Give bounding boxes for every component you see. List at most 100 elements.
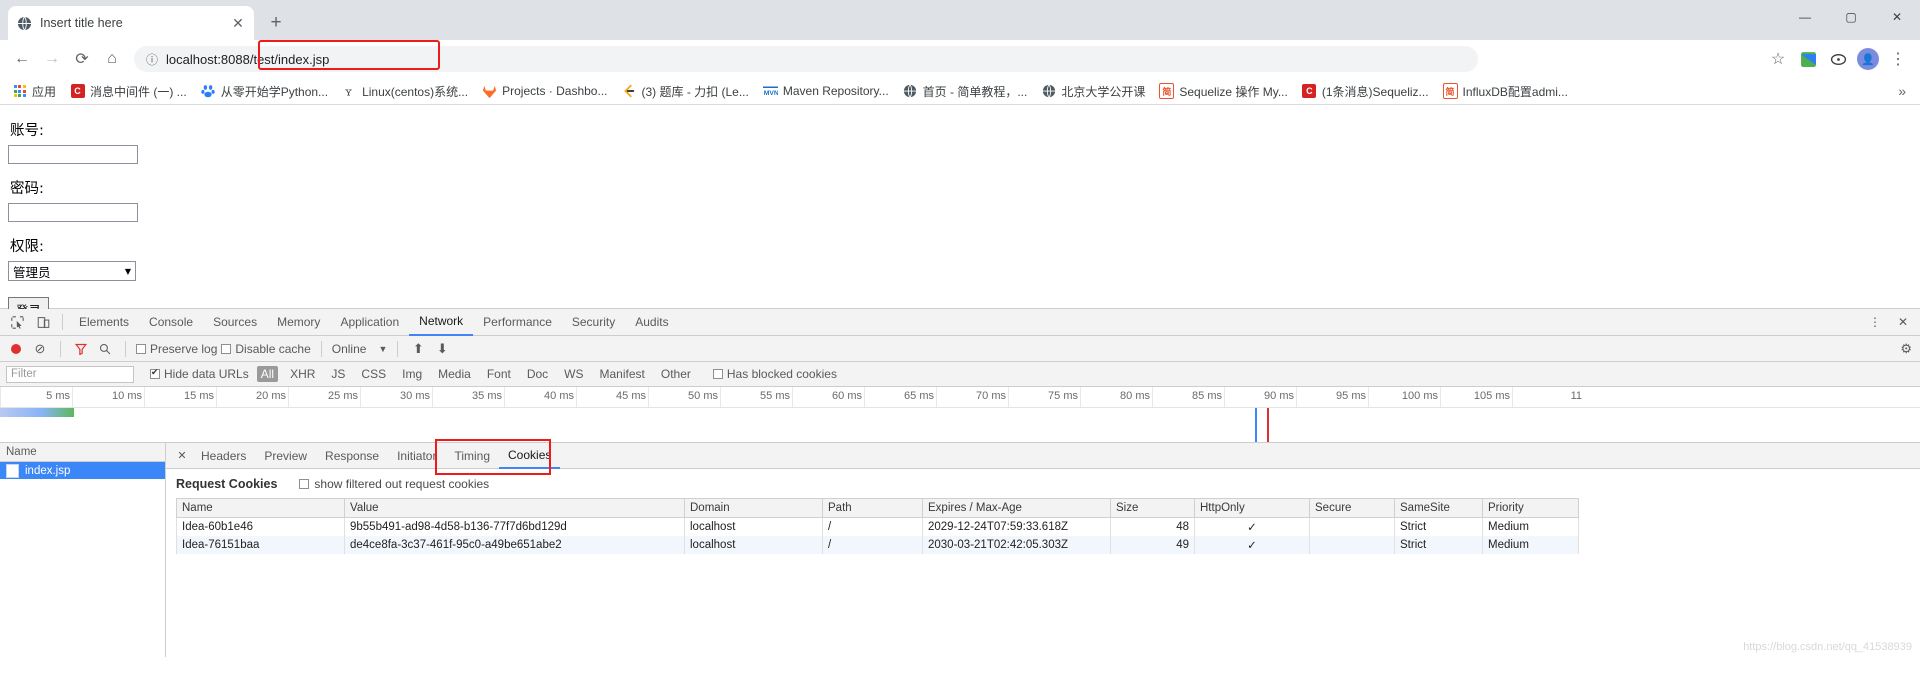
has-blocked-cookies-checkbox[interactable]: Has blocked cookies [712,367,837,381]
bookmarks-overflow-icon[interactable]: » [1890,83,1914,99]
filter-type-xhr[interactable]: XHR [286,366,319,382]
cell-secure [1309,536,1395,554]
detail-tab-response[interactable]: Response [316,444,388,468]
filter-type-media[interactable]: Media [434,366,475,382]
filter-type-css[interactable]: CSS [357,366,390,382]
gear-icon[interactable]: ⚙ [1900,341,1912,357]
requests-column-header[interactable]: Name [0,443,165,462]
devtools-tab-elements[interactable]: Elements [69,310,139,335]
devtools-panel: Elements Console Sources Memory Applicat… [0,308,1920,657]
bookmark-item[interactable]: 从零开始学Python... [195,81,334,102]
device-toolbar-icon[interactable] [30,310,56,334]
extension-icon-2[interactable] [1824,45,1852,73]
permission-select[interactable]: 管理员 ▼ [8,261,136,281]
throttle-select[interactable]: Online ▼ [332,342,388,356]
new-tab-button[interactable]: + [262,9,290,37]
export-har-icon[interactable]: ⬇ [432,339,452,359]
show-filtered-cookies-checkbox[interactable]: show filtered out request cookies [299,477,489,491]
reload-icon[interactable]: ⟳ [68,45,96,73]
account-input[interactable] [8,145,138,164]
browser-tab[interactable]: Insert title here ✕ [8,6,254,40]
devtools-more-icon[interactable]: ⋮ [1862,310,1888,334]
detail-tab-timing[interactable]: Timing [445,444,499,468]
permission-label: 权限: [10,239,44,255]
devtools-tab-performance[interactable]: Performance [473,310,562,335]
col-path[interactable]: Path [822,498,923,518]
import-har-icon[interactable]: ⬆ [408,339,428,359]
devtools-close-icon[interactable]: ✕ [1890,310,1916,334]
col-priority[interactable]: Priority [1482,498,1579,518]
cell-domain: localhost [684,517,823,536]
table-row[interactable]: Idea-76151baa de4ce8fa-3c37-461f-95c0-a4… [176,536,1579,554]
csdn-icon: C [70,84,85,99]
timeline-tick: 55 ms [760,390,790,402]
detail-tab-cookies[interactable]: Cookies [499,443,561,469]
col-httponly[interactable]: HttpOnly [1194,498,1310,518]
bookmark-item[interactable]: 简 Sequelize 操作 My... [1153,81,1293,102]
bookmark-star-icon[interactable]: ☆ [1764,45,1792,73]
search-icon[interactable] [95,339,115,359]
table-row[interactable]: Idea-60b1e46 9b55b491-ad98-4d58-b136-77f… [176,517,1579,536]
col-samesite[interactable]: SameSite [1394,498,1483,518]
filter-type-doc[interactable]: Doc [523,366,552,382]
record-icon[interactable] [6,339,26,359]
bookmark-item[interactable]: C (1条消息)Sequeliz... [1296,81,1435,102]
filter-type-all[interactable]: All [256,366,279,382]
col-domain[interactable]: Domain [684,498,823,518]
list-item[interactable]: index.jsp [0,462,165,479]
devtools-tab-audits[interactable]: Audits [625,310,678,335]
bookmark-item[interactable]: (3) 题库 - 力扣 (Le... [615,81,754,102]
password-input[interactable] [8,203,138,222]
hide-data-urls-checkbox[interactable]: Hide data URLs [150,367,249,381]
filter-input[interactable]: Filter [6,365,134,383]
preserve-log-checkbox[interactable]: Preserve log [136,342,217,356]
devtools-tab-memory[interactable]: Memory [267,310,330,335]
extension-icon-1[interactable] [1794,45,1822,73]
col-size[interactable]: Size [1110,498,1195,518]
filter-type-js[interactable]: JS [327,366,349,382]
window-close-button[interactable]: ✕ [1874,0,1920,34]
detail-tab-headers[interactable]: Headers [192,444,255,468]
bookmark-item[interactable]: C 消息中间件 (一) ... [64,81,193,102]
forward-icon[interactable]: → [38,45,66,73]
clear-icon[interactable]: ⊘ [30,339,50,359]
detail-close-icon[interactable]: ✕ [172,449,192,462]
back-icon[interactable]: ← [8,45,36,73]
disable-cache-checkbox[interactable]: Disable cache [221,342,311,356]
filter-type-manifest[interactable]: Manifest [596,366,649,382]
filter-type-ws[interactable]: WS [560,366,587,382]
filter-icon[interactable] [71,339,91,359]
bookmark-item[interactable]: Projects · Dashbo... [476,82,613,101]
window-minimize-button[interactable]: — [1782,0,1828,34]
home-icon[interactable]: ⌂ [98,45,126,73]
profile-avatar[interactable]: 👤 [1854,45,1882,73]
bookmark-item[interactable]: 北京大学公开课 [1035,81,1151,102]
devtools-tab-console[interactable]: Console [139,310,203,335]
bookmark-item[interactable]: 简 InfluxDB配置admi... [1437,81,1574,102]
address-bar[interactable]: ⓘ localhost:8088/test/index.jsp [134,46,1478,72]
filter-type-img[interactable]: Img [398,366,426,382]
col-secure[interactable]: Secure [1309,498,1395,518]
bookmark-item[interactable]: MVN Maven Repository... [757,82,895,101]
devtools-tab-application[interactable]: Application [330,310,409,335]
network-overview-timeline[interactable]: 5 ms 10 ms 15 ms 20 ms 25 ms 30 ms 35 ms… [0,387,1920,443]
bookmark-item[interactable]: ʏ Linux(centos)系统... [336,81,474,102]
filter-type-font[interactable]: Font [483,366,515,382]
tab-close-icon[interactable]: ✕ [230,15,246,31]
site-info-icon[interactable]: ⓘ [146,51,158,68]
devtools-tab-network[interactable]: Network [409,309,474,336]
col-name[interactable]: Name [176,498,345,518]
detail-tab-initiator[interactable]: Initiator [388,444,445,468]
window-maximize-button[interactable]: ▢ [1828,0,1874,34]
detail-tab-preview[interactable]: Preview [255,444,316,468]
devtools-tab-sources[interactable]: Sources [203,310,267,335]
inspect-element-icon[interactable] [4,310,30,334]
filter-type-other[interactable]: Other [657,366,695,382]
chevron-down-icon: ▼ [124,266,131,276]
col-value[interactable]: Value [344,498,685,518]
col-expires[interactable]: Expires / Max-Age [922,498,1111,518]
chrome-menu-icon[interactable]: ⋮ [1884,45,1912,73]
devtools-tab-security[interactable]: Security [562,310,625,335]
bookmark-item[interactable]: 应用 [6,81,62,102]
bookmark-item[interactable]: 首页 - 简单教程，... [897,81,1034,102]
